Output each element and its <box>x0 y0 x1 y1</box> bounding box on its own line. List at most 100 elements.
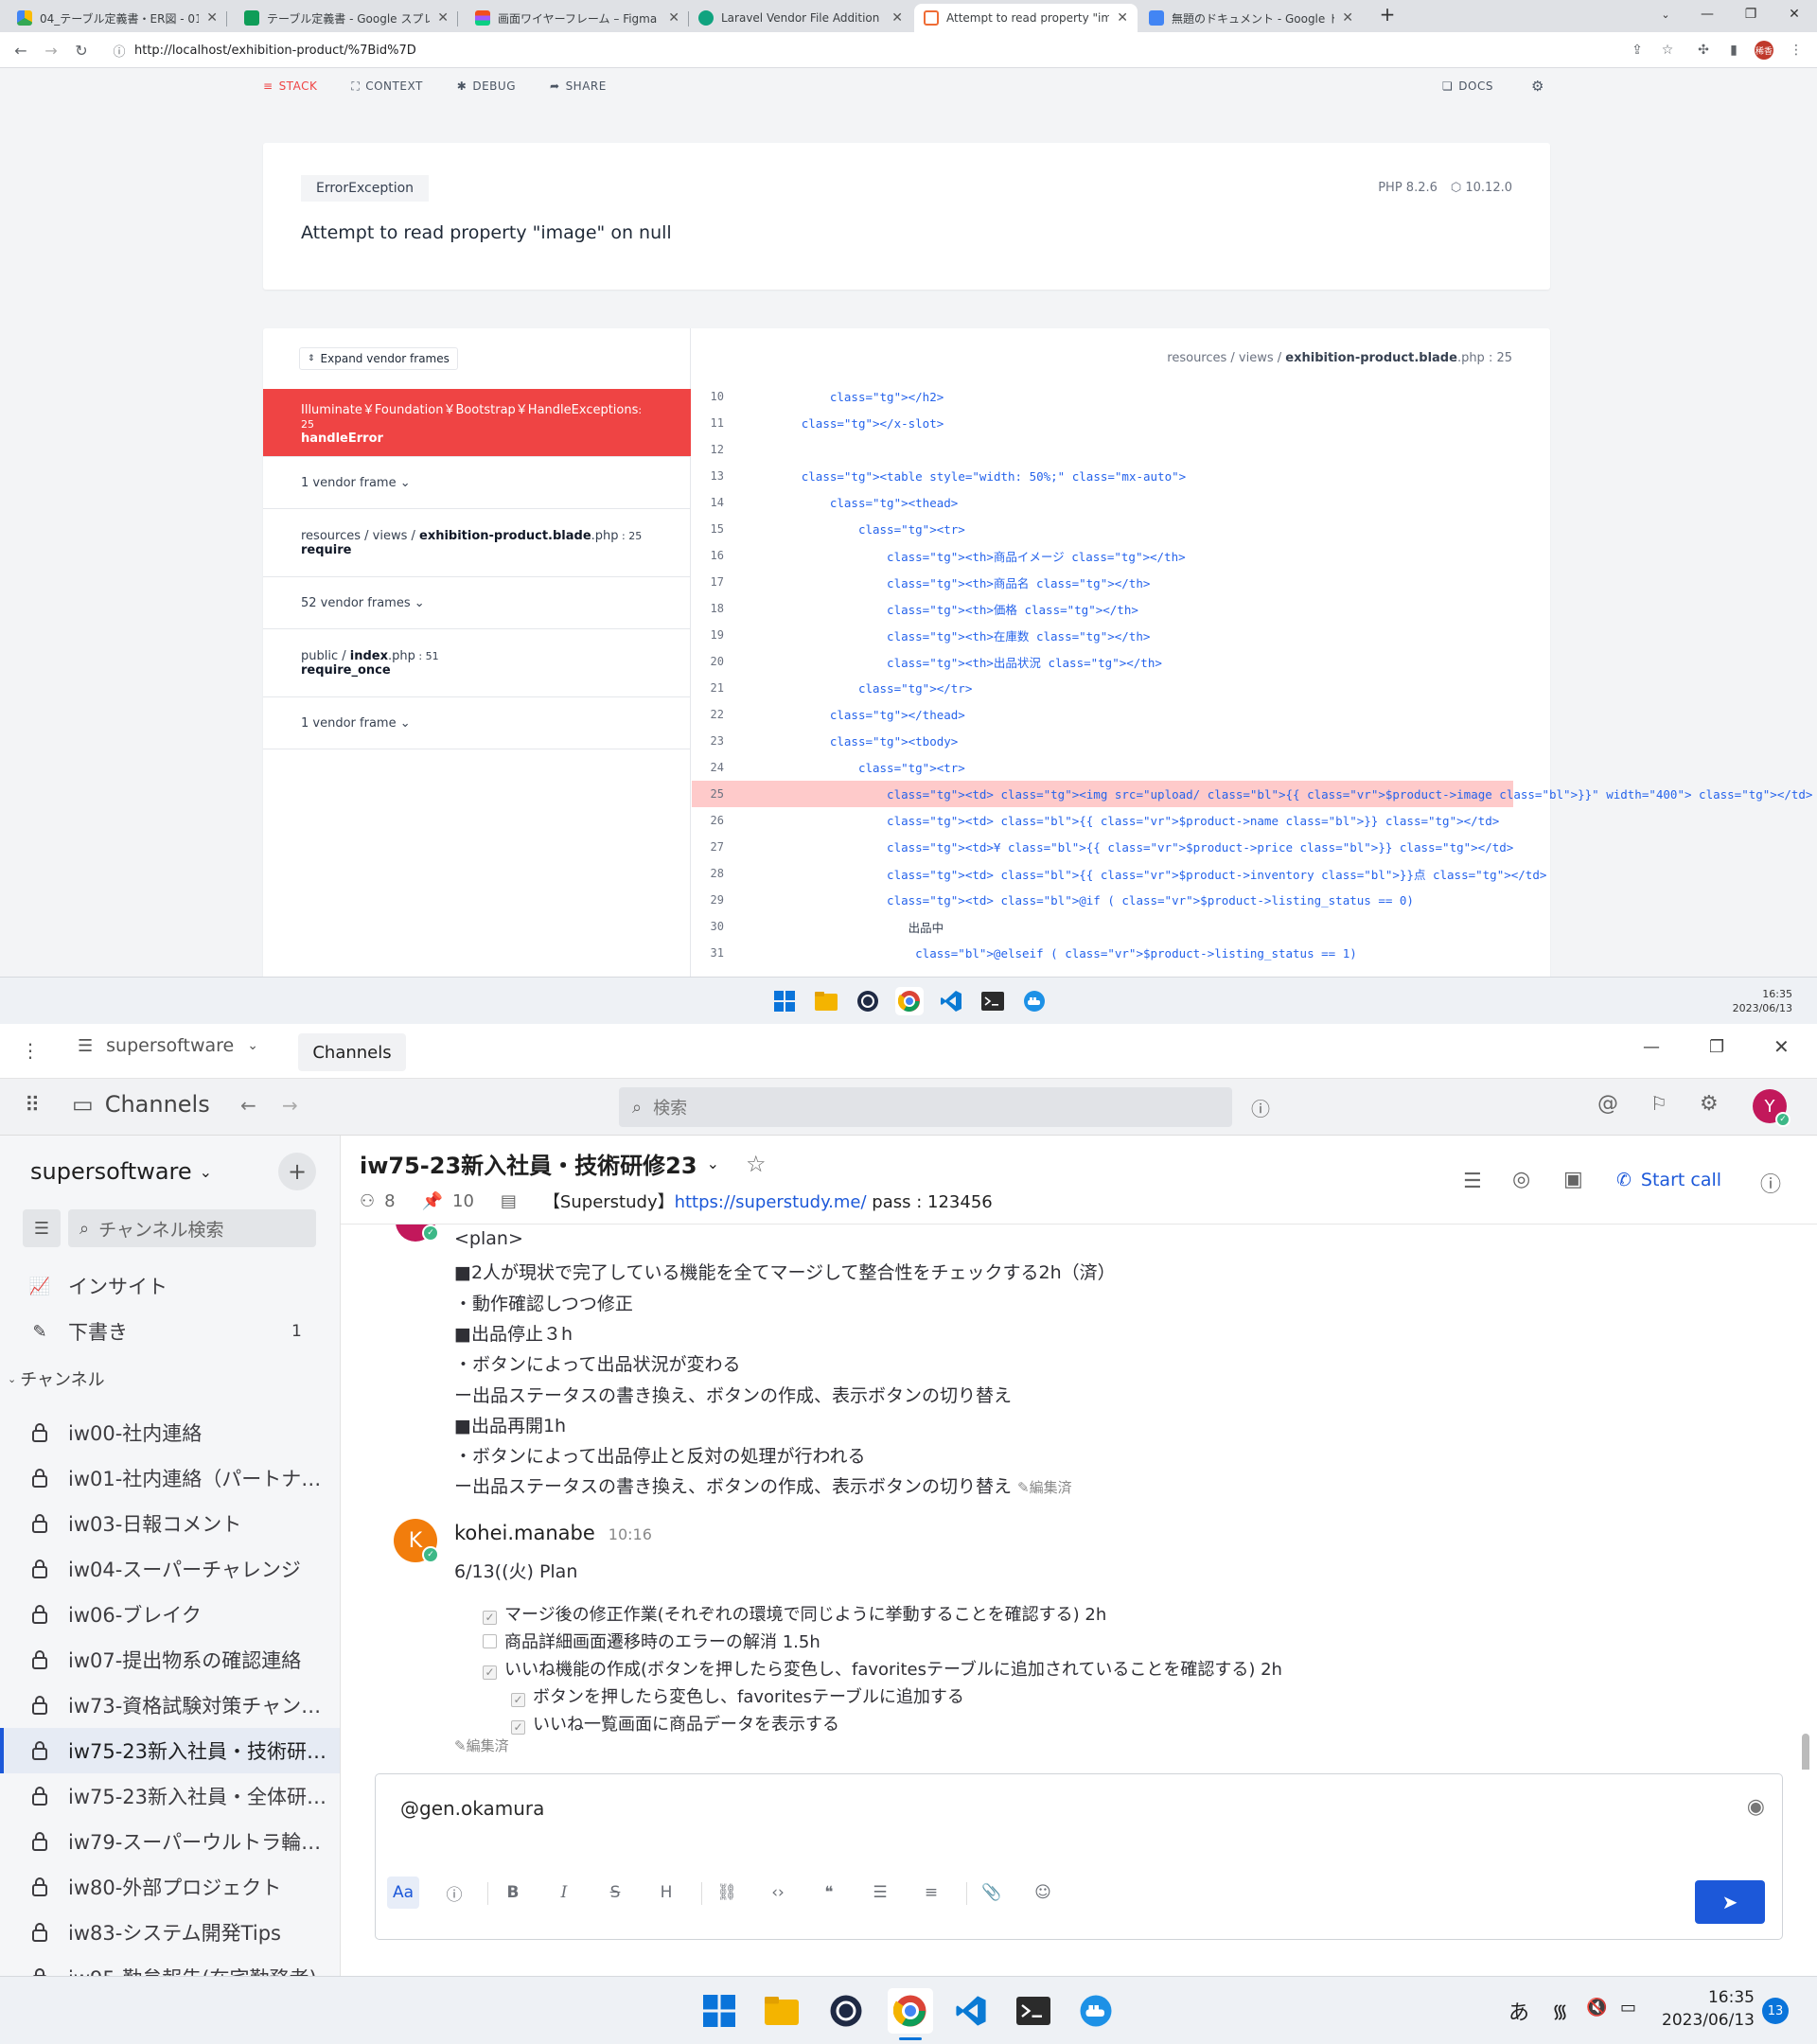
browser-tab[interactable]: Laravel Vendor File Addition ✕ <box>689 4 912 32</box>
ime-indicator[interactable]: あ <box>1508 1996 1529 2026</box>
sidebar-channel-item[interactable]: iw07-提出物系の確認連絡 <box>0 1637 340 1683</box>
close-tab-icon[interactable]: ✕ <box>206 10 218 26</box>
taskbar-clock[interactable]: 16:35 2023/06/13 <box>1733 987 1792 1015</box>
vendor-frames-toggle[interactable]: 52 vendor frames ⌄ <box>263 577 691 629</box>
windows-start-icon[interactable] <box>700 1992 738 2030</box>
vscode-icon[interactable] <box>937 987 965 1015</box>
docker-icon[interactable] <box>1077 1992 1115 2030</box>
task-checkbox[interactable]: ✓ <box>483 1611 497 1625</box>
expand-vendor-frames-button[interactable]: ⇕ Expand vendor frames <box>299 347 458 370</box>
close-tab-icon[interactable]: ✕ <box>668 10 679 26</box>
sidebar-channel-item[interactable]: iw01-社内連絡（パートナ… <box>0 1455 340 1501</box>
task-checkbox[interactable] <box>483 1634 497 1648</box>
close-tab-icon[interactable]: ✕ <box>891 10 903 26</box>
send-button[interactable]: ➤ <box>1695 1880 1765 1924</box>
forward-icon[interactable]: → <box>42 41 61 60</box>
obs-icon[interactable] <box>827 1992 865 2030</box>
reload-icon[interactable]: ↻ <box>72 41 91 60</box>
priority-icon[interactable]: ⓘ <box>438 1877 470 1909</box>
help-icon[interactable]: ⓘ <box>1251 1094 1270 1121</box>
nav-context[interactable]: ⛶ CONTEXT <box>351 79 422 94</box>
scrollbar-thumb[interactable] <box>1802 1734 1809 1770</box>
channel-name[interactable]: iw75-23新入社員・技術研修23 ⌄ ☆ <box>360 1147 766 1180</box>
sidebar-channel-item[interactable]: iw06-ブレイク <box>0 1592 340 1637</box>
boards-icon[interactable]: ▣ <box>1563 1168 1583 1191</box>
sidebar-item-drafts[interactable]: ✎ 下書き 1 <box>0 1309 340 1354</box>
threads-list-icon[interactable]: ☰ <box>1463 1170 1482 1193</box>
obs-icon[interactable] <box>854 987 882 1015</box>
saved-messages-icon[interactable]: ⚐ <box>1650 1092 1667 1115</box>
sidebar-channel-item[interactable]: iw95-勤怠報告(在宅勤務者) <box>0 1955 340 1976</box>
back-icon[interactable]: ← <box>11 41 30 60</box>
notification-badge[interactable]: 13 <box>1762 1998 1789 2024</box>
settings-gear-icon[interactable]: ⚙ <box>1700 1092 1719 1116</box>
tab-channels[interactable]: Channels <box>298 1033 406 1071</box>
header-link[interactable]: https://superstudy.me/ <box>675 1192 867 1212</box>
sidebar-channel-item[interactable]: iw00-社内連絡 <box>0 1410 340 1455</box>
app-menu-icon[interactable]: ⋮ <box>21 1039 40 1062</box>
link-icon[interactable]: ⛓ <box>711 1877 743 1909</box>
info-icon[interactable]: ⓘ <box>110 41 129 60</box>
vendor-frames-toggle[interactable]: 1 vendor frame ⌄ <box>263 457 691 509</box>
speaker-muted-icon[interactable]: 🔇 <box>1586 1998 1607 2018</box>
restore-icon[interactable]: ❐ <box>1732 0 1770 28</box>
minimize-icon[interactable]: — <box>1643 1037 1660 1057</box>
bookmark-star-icon[interactable]: ☆ <box>1658 41 1677 60</box>
browser-tab[interactable]: 無題のドキュメント - Google ドキュメ✕ <box>1139 4 1363 32</box>
wifi-icon[interactable]: ᯾ <box>1552 1998 1568 2023</box>
close-window-icon[interactable]: ✕ <box>1775 0 1813 28</box>
preview-eye-icon[interactable]: ◉ <box>1747 1795 1765 1819</box>
history-back-icon[interactable]: ← <box>240 1094 256 1117</box>
new-tab-icon[interactable]: + <box>1368 0 1406 28</box>
nav-stack[interactable]: ≡ STACK <box>263 79 317 93</box>
post-time[interactable]: 10:16 <box>609 1525 652 1543</box>
terminal-icon[interactable] <box>1014 1992 1052 2030</box>
italic-icon[interactable]: I <box>548 1877 580 1909</box>
server-selector[interactable]: ☰ supersoftware ⌄ <box>78 1035 258 1056</box>
taskbar-clock[interactable]: 16:35 2023/06/13 <box>1662 1986 1755 2032</box>
frame-item-selected[interactable]: Illuminate￥Foundation￥Bootstrap￥HandleEx… <box>263 389 691 457</box>
close-window-icon[interactable]: ✕ <box>1773 1035 1790 1058</box>
file-explorer-icon[interactable] <box>812 987 840 1015</box>
sidebar-channel-item[interactable]: iw75-23新入社員・技術研… <box>0 1728 340 1773</box>
attachment-icon[interactable]: 📎 <box>976 1877 1008 1909</box>
format-toggle-button[interactable]: Aa <box>387 1877 419 1909</box>
sidebar-channel-item[interactable]: iw83-システム開発Tips <box>0 1910 340 1955</box>
restore-icon[interactable]: ❐ <box>1709 1037 1724 1057</box>
sidebar-item-insights[interactable]: 📈 インサイト <box>0 1263 340 1309</box>
terminal-icon[interactable] <box>979 987 1007 1015</box>
address-bar[interactable]: http://localhost/exhibition-product/%7Bi… <box>134 37 1649 63</box>
task-checkbox[interactable]: ✓ <box>483 1665 497 1680</box>
task-checkbox[interactable]: ✓ <box>511 1720 525 1735</box>
post-author[interactable]: kohei.manabe <box>454 1522 595 1544</box>
mentions-icon[interactable]: @ <box>1597 1092 1618 1116</box>
share-icon[interactable]: ⇪ <box>1628 41 1647 60</box>
task-checkbox[interactable]: ✓ <box>511 1693 525 1707</box>
minimize-icon[interactable]: — <box>1688 0 1726 28</box>
playbooks-icon[interactable]: ◎ <box>1512 1168 1530 1191</box>
numbered-list-icon[interactable]: ≡ <box>915 1877 947 1909</box>
quote-icon[interactable]: ❝ <box>813 1877 845 1909</box>
browser-tab[interactable]: 04_テーブル定義書・ER図 - 01_全社✕ <box>8 4 227 32</box>
browser-tab-active[interactable]: Attempt to read property "image"✕ <box>914 4 1138 32</box>
code-icon[interactable]: ‹› <box>762 1877 794 1909</box>
nav-docs[interactable]: ❏ DOCS <box>1442 79 1493 93</box>
pin-icon[interactable]: 📌 <box>422 1191 443 1211</box>
docker-icon[interactable] <box>1020 987 1049 1015</box>
extensions-icon[interactable]: ✣ <box>1694 41 1713 60</box>
vscode-icon[interactable] <box>952 1992 990 2030</box>
channel-info-icon[interactable]: ⓘ <box>1760 1168 1781 1198</box>
browser-tab[interactable]: 画面ワイヤーフレーム – Figma ✕ <box>466 4 689 32</box>
favorite-star-icon[interactable]: ☆ <box>746 1151 767 1177</box>
tab-search-icon[interactable]: ⌄ <box>1647 0 1685 28</box>
members-icon[interactable]: ⚇ <box>360 1191 375 1211</box>
bold-icon[interactable]: B <box>497 1877 529 1909</box>
sidebar-channel-item[interactable]: iw80-外部プロジェクト <box>0 1864 340 1910</box>
bulleted-list-icon[interactable]: ☰ <box>864 1877 896 1909</box>
close-tab-icon[interactable]: ✕ <box>1342 10 1353 26</box>
sidebar-channel-item[interactable]: iw03-日報コメント <box>0 1501 340 1546</box>
sidepanel-icon[interactable]: ▮ <box>1724 41 1743 60</box>
heading-icon[interactable]: H <box>650 1877 682 1909</box>
sidebar-channel-item[interactable]: iw79-スーパーウルトラ輪… <box>0 1819 340 1864</box>
profile-avatar[interactable]: 稀香 <box>1755 41 1773 60</box>
